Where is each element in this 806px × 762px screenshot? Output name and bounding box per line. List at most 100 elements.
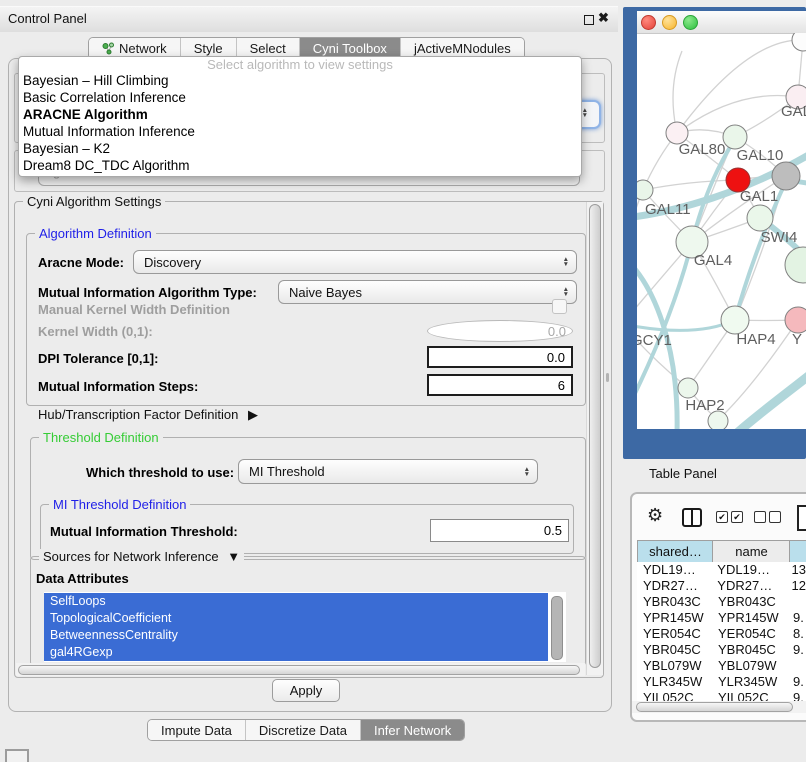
settings-vertical-scrollbar-track[interactable] xyxy=(586,202,603,675)
algorithm-option-bayesian-hill-climbing[interactable]: Bayesian – Hill Climbing xyxy=(19,72,581,89)
mi-steps-field[interactable]: 6 xyxy=(427,374,573,396)
tab-infer-network[interactable]: Infer Network xyxy=(360,720,464,740)
mi-algorithm-type-select[interactable]: Naive Bayes ▲▼ xyxy=(278,280,577,304)
gear-icon[interactable]: ⚙ xyxy=(647,505,663,526)
tab-impute-data[interactable]: Impute Data xyxy=(148,720,245,740)
unchecked-checkbox-icon[interactable] xyxy=(754,511,766,523)
mac-minimize-icon[interactable] xyxy=(662,15,677,30)
network-node[interactable] xyxy=(708,411,728,429)
table-cell: YER054C xyxy=(637,626,712,642)
table-cell: YBR043C xyxy=(712,594,789,610)
network-node-label: GAL xyxy=(781,103,806,120)
sources-title-text: Sources for Network Inference xyxy=(43,549,219,564)
attribute-item-gal4rgexp[interactable]: gal4RGexp xyxy=(44,644,548,661)
mac-zoom-icon[interactable] xyxy=(683,15,698,30)
collapse-down-triangle-icon[interactable]: ▼ xyxy=(227,549,240,564)
network-node-swi4[interactable] xyxy=(747,205,773,231)
algorithm-option-dream8-dc-tdc-algorithm[interactable]: Dream8 DC_TDC Algorithm xyxy=(19,157,581,174)
screen: Control Panel ✖ NetworkStyleSelectCyni T… xyxy=(0,0,806,762)
network-node-label: GAL10 xyxy=(737,147,784,164)
table-row[interactable]: YBR043CYBR043C xyxy=(637,594,806,610)
stepper-icon: ▲▼ xyxy=(582,108,588,118)
network-node[interactable] xyxy=(785,247,806,283)
network-node-hap4[interactable] xyxy=(721,306,749,334)
tab-label: Impute Data xyxy=(161,720,232,741)
apply-button-label: Apply xyxy=(290,683,323,698)
split-table-icon[interactable] xyxy=(682,508,702,527)
checked-checkbox-icon[interactable]: ✔ xyxy=(731,511,743,523)
network-node-label: GAL11 xyxy=(645,201,691,218)
table-row[interactable]: YBR045CYBR045C9. xyxy=(637,642,806,658)
table-row[interactable]: YER054CYER054C8. xyxy=(637,626,806,642)
network-node-label: SWI4 xyxy=(761,229,798,246)
kernel-width-label: Kernel Width (0,1): xyxy=(38,324,153,339)
panel-splitter-handle[interactable] xyxy=(606,373,609,382)
algorithm-option-mutual-information-inference[interactable]: Mutual Information Inference xyxy=(19,123,581,140)
attribute-item-betweennesscentrality[interactable]: BetweennessCentrality xyxy=(44,627,548,644)
checked-checkbox-icon[interactable]: ✔ xyxy=(716,511,728,523)
settings-vertical-scrollbar-thumb[interactable] xyxy=(589,204,601,668)
table-cell: YDL19… xyxy=(711,562,787,578)
kernel-width-value: 0.0 xyxy=(548,324,566,339)
mi-threshold-value: 0.5 xyxy=(544,523,562,538)
unchecked-checkbox-icon[interactable] xyxy=(769,511,781,523)
manual-kernel-width-checkbox[interactable] xyxy=(552,299,567,314)
algorithm-option-basic-correlation-inference[interactable]: Basic Correlation Inference xyxy=(19,89,581,106)
which-threshold-select[interactable]: MI Threshold ▲▼ xyxy=(238,459,538,484)
table-row[interactable]: YPR145WYPR145W9. xyxy=(637,610,806,626)
network-node-label: GAL4 xyxy=(694,252,732,269)
attribute-item-selfloops[interactable]: SelfLoops xyxy=(44,593,548,610)
column-header-name[interactable]: name xyxy=(712,540,791,563)
tab-label: Discretize Data xyxy=(259,720,347,741)
hub-definition-toggle[interactable]: Hub/Transcription Factor Definition ▶ xyxy=(38,407,258,423)
mi-steps-value: 6 xyxy=(558,378,565,393)
control-panel-title: Control Panel xyxy=(8,11,87,26)
attribute-item-topologicalcoefficient[interactable]: TopologicalCoefficient xyxy=(44,610,548,627)
network-node-label: GAL1 xyxy=(740,188,778,205)
network-node[interactable] xyxy=(772,162,800,190)
column-header-shared[interactable]: shared… xyxy=(637,540,714,563)
network-node[interactable] xyxy=(792,33,806,51)
network-icon xyxy=(102,42,115,55)
table-horizontal-scrollbar-thumb[interactable] xyxy=(636,702,793,712)
apply-button[interactable]: Apply xyxy=(272,679,340,702)
document-icon[interactable] xyxy=(797,505,806,531)
network-node-gal10[interactable] xyxy=(723,125,747,149)
algorithm-option-aracne-algorithm[interactable]: ARACNE Algorithm xyxy=(19,106,581,123)
column-header-a[interactable]: A xyxy=(789,540,806,563)
data-attributes-list: SelfLoopsTopologicalCoefficientBetweenne… xyxy=(44,592,566,662)
table-row[interactable]: YBL079WYBL079W xyxy=(637,658,806,674)
table-cell: YBL079W xyxy=(712,658,789,674)
sources-group-title: Sources for Network Inference ▼ xyxy=(39,549,244,564)
aracne-mode-select[interactable]: Discovery ▲▼ xyxy=(133,250,577,274)
network-node-y[interactable] xyxy=(785,307,806,333)
mac-close-icon[interactable] xyxy=(641,15,656,30)
float-window-icon[interactable] xyxy=(584,15,594,25)
tab-discretize-data[interactable]: Discretize Data xyxy=(245,720,360,740)
mi-threshold-field[interactable]: 0.5 xyxy=(430,519,569,542)
table-horizontal-scrollbar-track[interactable] xyxy=(632,701,806,713)
algorithm-option-bayesian-k2[interactable]: Bayesian – K2 xyxy=(19,140,581,157)
table-row[interactable]: YIL052CYIL052C9. xyxy=(637,690,806,701)
network-node-label: GAL80 xyxy=(679,141,726,158)
table-row[interactable]: YDL19…YDL19…13 xyxy=(637,562,806,578)
corner-button[interactable] xyxy=(5,749,29,762)
table-cell: 9. xyxy=(789,674,804,690)
table-row[interactable]: YDR27…YDR27…12 xyxy=(637,578,806,594)
network-node-gal11[interactable] xyxy=(637,180,653,200)
settings-horizontal-scrollbar-thumb[interactable] xyxy=(18,665,580,675)
table-cell: YBR043C xyxy=(637,594,712,610)
settings-horizontal-scrollbar-track[interactable] xyxy=(16,663,585,676)
network-canvas[interactable]: GALGAL80GAL10GAL1GAL11SWI4GAL4GCY1HAP4YH… xyxy=(637,33,806,429)
kernel-width-field[interactable]: 0.0 xyxy=(427,320,573,342)
network-edge xyxy=(673,51,682,133)
close-icon[interactable]: ✖ xyxy=(598,10,609,26)
network-node-hap2[interactable] xyxy=(678,378,698,398)
algorithm-dropdown-prompt: Select algorithm to view settings xyxy=(19,57,581,72)
list-vertical-scrollbar-thumb[interactable] xyxy=(551,596,563,660)
dpi-tolerance-field[interactable]: 0.0 xyxy=(427,346,573,368)
expand-right-triangle-icon: ▶ xyxy=(248,407,258,422)
mi-steps-label: Mutual Information Steps: xyxy=(38,379,198,394)
table-row[interactable]: YLR345WYLR345W9. xyxy=(637,674,806,690)
tab-label: Infer Network xyxy=(374,720,451,741)
